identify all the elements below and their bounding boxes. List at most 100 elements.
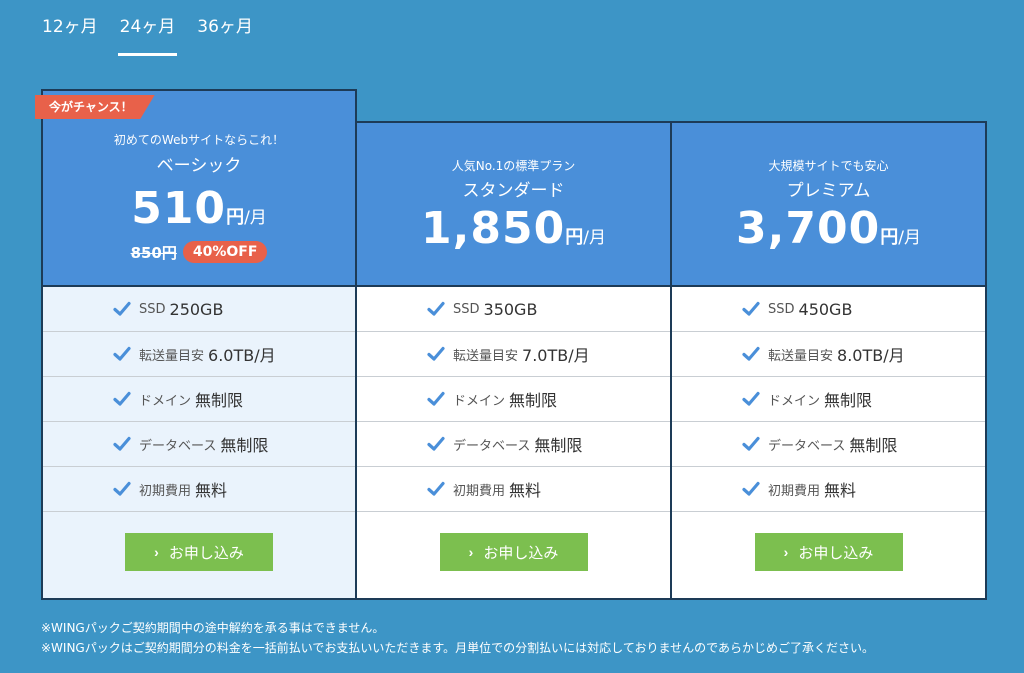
feature-item: ドメイン 無制限 [357, 377, 670, 422]
price-period: /月 [244, 208, 267, 228]
plan-card-basic: 今がチャンス！ 初めてのWebサイトならこれ！ ベーシック 510 円 /月 8… [35, 89, 357, 600]
feature-item: データベース 無制限 [357, 422, 670, 467]
check-icon [113, 301, 131, 316]
chevron-right-icon: › [154, 544, 159, 560]
chevron-right-icon: › [783, 544, 789, 560]
price-amount: 1,850 [421, 203, 566, 254]
feature-item: 転送量目安 7.0TB/月 [357, 332, 670, 377]
plan-card-premium: 大規模サイトでも安心 プレミアム 3,700 円 /月 SSD 450GB 転送… [670, 121, 987, 600]
price: 1,850 円 /月 [357, 203, 670, 254]
feature-value: 7.0TB/月 [522, 346, 590, 365]
plan-subtitle: 大規模サイトでも安心 [768, 159, 889, 173]
price-period: /月 [898, 228, 921, 248]
plan-header: 人気No.1の標準プラン スタンダード 1,850 円 /月 [357, 123, 670, 287]
plan-name: スタンダード [462, 181, 565, 201]
plan-subtitle: 初めてのWebサイトならこれ！ [113, 133, 285, 147]
feature-label: SSD [768, 301, 795, 317]
term-tabs: 12ヶ月 24ヶ月 36ヶ月 [42, 16, 275, 56]
feature-label: 初期費用 [453, 483, 506, 499]
feature-label: SSD [139, 301, 166, 317]
feature-item: データベース 無制限 [43, 422, 355, 467]
button-label: お申し込み [483, 544, 559, 562]
check-icon [113, 346, 131, 361]
price-currency: 円 [565, 227, 584, 248]
check-icon [113, 481, 131, 496]
button-area: › お申し込み [672, 512, 985, 571]
plan-header: 今がチャンス！ 初めてのWebサイトならこれ！ ベーシック 510 円 /月 8… [35, 91, 355, 287]
feature-value: 無制限 [534, 436, 583, 455]
check-icon [742, 301, 760, 316]
feature-item: ドメイン 無制限 [43, 377, 355, 422]
check-icon [427, 391, 445, 406]
price: 510 円 /月 [43, 183, 355, 234]
price-amount: 510 [131, 183, 227, 234]
feature-item: 転送量目安 6.0TB/月 [43, 332, 355, 377]
button-label: お申し込み [168, 544, 244, 562]
price-period: /月 [583, 228, 606, 248]
apply-button-standard[interactable]: › お申し込み [439, 533, 588, 571]
check-icon [427, 346, 445, 361]
feature-list: SSD 350GB 転送量目安 7.0TB/月 ドメイン 無制限 データベース … [357, 287, 670, 512]
feature-item: ドメイン 無制限 [672, 377, 985, 422]
check-icon [742, 481, 760, 496]
button-label: お申し込み [798, 544, 874, 562]
feature-label: 初期費用 [768, 483, 821, 499]
button-area: › お申し込み [357, 512, 670, 571]
check-icon [742, 391, 760, 406]
plan-subtitle: 人気No.1の標準プラン [451, 159, 576, 173]
feature-value: 無料 [509, 481, 542, 500]
check-icon [742, 346, 760, 361]
check-icon [427, 301, 445, 316]
check-icon [742, 436, 760, 451]
price: 3,700 円 /月 [672, 203, 985, 254]
feature-label: データベース [768, 438, 846, 454]
note-line: ※WINGパックご契約期間中の途中解約を承る事はできません。 [41, 621, 385, 635]
check-icon [113, 391, 131, 406]
price-amount: 3,700 [736, 203, 881, 254]
plan-name: プレミアム [786, 181, 871, 201]
feature-label: 転送量目安 [453, 348, 519, 364]
apply-button-basic[interactable]: › お申し込み [125, 533, 273, 571]
plan-card-standard: 人気No.1の標準プラン スタンダード 1,850 円 /月 SSD 350GB… [355, 121, 672, 600]
feature-value: 無制限 [509, 391, 558, 410]
tab-36-months[interactable]: 36ヶ月 [197, 16, 253, 54]
feature-label: ドメイン [768, 393, 821, 409]
feature-item: 転送量目安 8.0TB/月 [672, 332, 985, 377]
feature-label: データベース [453, 438, 531, 454]
feature-value: 無料 [195, 481, 228, 500]
discount-badge: 40%OFF [182, 241, 268, 263]
feature-list: SSD 450GB 転送量目安 8.0TB/月 ドメイン 無制限 データベース … [672, 287, 985, 512]
feature-label: ドメイン [453, 393, 506, 409]
price-currency: 円 [226, 207, 245, 228]
promo-ribbon: 今がチャンス！ [35, 95, 155, 119]
feature-value: 450GB [798, 299, 853, 319]
feature-list: SSD 250GB 転送量目安 6.0TB/月 ドメイン 無制限 データベース … [43, 287, 355, 512]
feature-value: 8.0TB/月 [837, 346, 905, 365]
feature-value: 無制限 [220, 436, 269, 455]
feature-value: 350GB [483, 299, 538, 319]
apply-button-premium[interactable]: › お申し込み [754, 533, 903, 571]
check-icon [427, 436, 445, 451]
feature-item: 初期費用 無料 [43, 467, 355, 512]
feature-item: SSD 350GB [357, 287, 670, 332]
tab-24-months[interactable]: 24ヶ月 [117, 16, 177, 56]
feature-value: 無料 [824, 481, 857, 500]
chevron-right-icon: › [468, 544, 474, 560]
note-line: ※WINGパックはご契約期間分の料金を一括前払いでお支払いいただきます。月単位で… [41, 641, 874, 655]
feature-label: 転送量目安 [139, 348, 205, 364]
feature-value: 250GB [169, 299, 224, 319]
tab-12-months[interactable]: 12ヶ月 [42, 16, 98, 54]
button-area: › お申し込み [43, 512, 355, 571]
feature-item: 初期費用 無料 [357, 467, 670, 512]
plan-name: ベーシック [156, 156, 242, 176]
feature-label: 転送量目安 [768, 348, 834, 364]
feature-value: 無制限 [824, 391, 873, 410]
feature-item: SSD 450GB [672, 287, 985, 332]
feature-value: 6.0TB/月 [208, 346, 276, 365]
feature-item: SSD 250GB [43, 287, 355, 332]
feature-item: 初期費用 無料 [672, 467, 985, 512]
feature-value: 無制限 [849, 436, 898, 455]
check-icon [427, 481, 445, 496]
feature-item: データベース 無制限 [672, 422, 985, 467]
feature-label: SSD [453, 301, 480, 317]
